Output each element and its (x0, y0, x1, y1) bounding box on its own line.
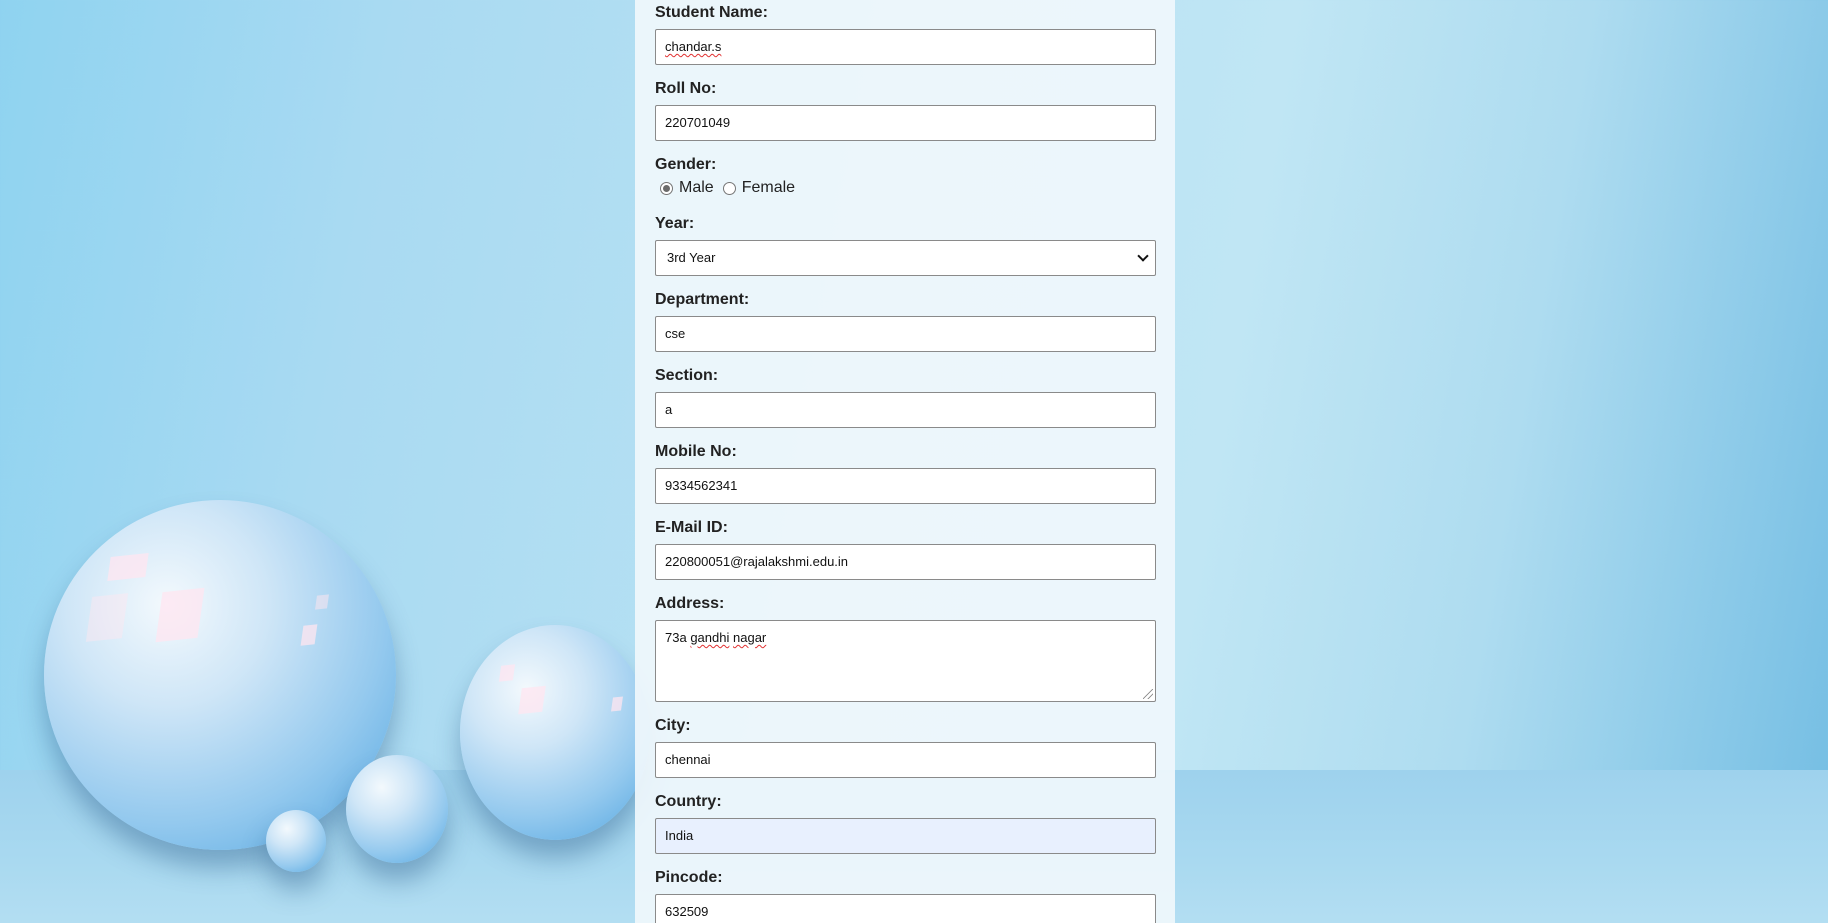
city-label: City: (655, 717, 691, 734)
year-group: Year: 3rd Year (655, 215, 1156, 276)
pincode-input[interactable]: 632509 (655, 894, 1156, 923)
section-label: Section: (655, 367, 719, 384)
gender-radio-male[interactable] (660, 181, 673, 195)
pincode-group: Pincode: 632509 (655, 869, 1156, 923)
address-group: Address: 73a gandhi nagar (655, 595, 1156, 702)
gender-option-female-label[interactable]: Female (742, 179, 795, 197)
student-form: Student Name: chandar.s Roll No: 2207010… (655, 4, 1156, 923)
department-group: Department: cse (655, 291, 1156, 352)
year-select[interactable]: 3rd Year (655, 240, 1156, 276)
department-label: Department: (655, 291, 750, 308)
gender-group: Gender: Male Female (655, 156, 1156, 197)
section-group: Section: a (655, 367, 1156, 428)
chevron-down-icon (1137, 250, 1149, 262)
student-name-value: chandar.s (665, 39, 722, 54)
student-name-input[interactable]: chandar.s (655, 29, 1156, 65)
year-label: Year: (655, 215, 695, 232)
mobile-group: Mobile No: 9334562341 (655, 443, 1156, 504)
roll-no-input[interactable]: 220701049 (655, 105, 1156, 141)
city-input[interactable]: chennai (655, 742, 1156, 778)
address-textarea[interactable]: 73a gandhi nagar (655, 620, 1156, 702)
year-selected-value: 3rd Year (667, 250, 716, 265)
background-sphere-small (346, 755, 448, 863)
country-group: Country: India (655, 793, 1156, 854)
background-sphere-medium (460, 625, 650, 840)
student-name-label: Student Name: (655, 4, 768, 21)
gender-radio-female[interactable] (722, 181, 736, 195)
address-label: Address: (655, 595, 725, 612)
gender-label: Gender: (655, 156, 717, 173)
email-label: E-Mail ID: (655, 519, 728, 536)
email-input[interactable]: 220800051@rajalakshmi.edu.in (655, 544, 1156, 580)
roll-no-group: Roll No: 220701049 (655, 80, 1156, 141)
address-value-part-1: 73a (665, 630, 687, 645)
department-input[interactable]: cse (655, 316, 1156, 352)
email-group: E-Mail ID: 220800051@rajalakshmi.edu.in (655, 519, 1156, 580)
form-panel: Student Name: chandar.s Roll No: 2207010… (635, 0, 1175, 923)
address-value-part-3: nagar (733, 630, 767, 645)
gender-option-male-label[interactable]: Male (679, 179, 714, 197)
country-label: Country: (655, 793, 722, 810)
background-sphere-tiny (266, 810, 326, 872)
resize-handle-icon[interactable] (1143, 689, 1153, 699)
student-name-group: Student Name: chandar.s (655, 4, 1156, 65)
mobile-input[interactable]: 9334562341 (655, 468, 1156, 504)
roll-no-label: Roll No: (655, 80, 717, 97)
pincode-label: Pincode: (655, 869, 723, 886)
section-input[interactable]: a (655, 392, 1156, 428)
city-group: City: chennai (655, 717, 1156, 778)
mobile-label: Mobile No: (655, 443, 737, 460)
address-value-part-2: gandhi (690, 630, 730, 645)
gender-radio-group: Male Female (655, 179, 1156, 197)
background-sphere-large (44, 500, 396, 850)
country-input[interactable]: India (655, 818, 1156, 854)
